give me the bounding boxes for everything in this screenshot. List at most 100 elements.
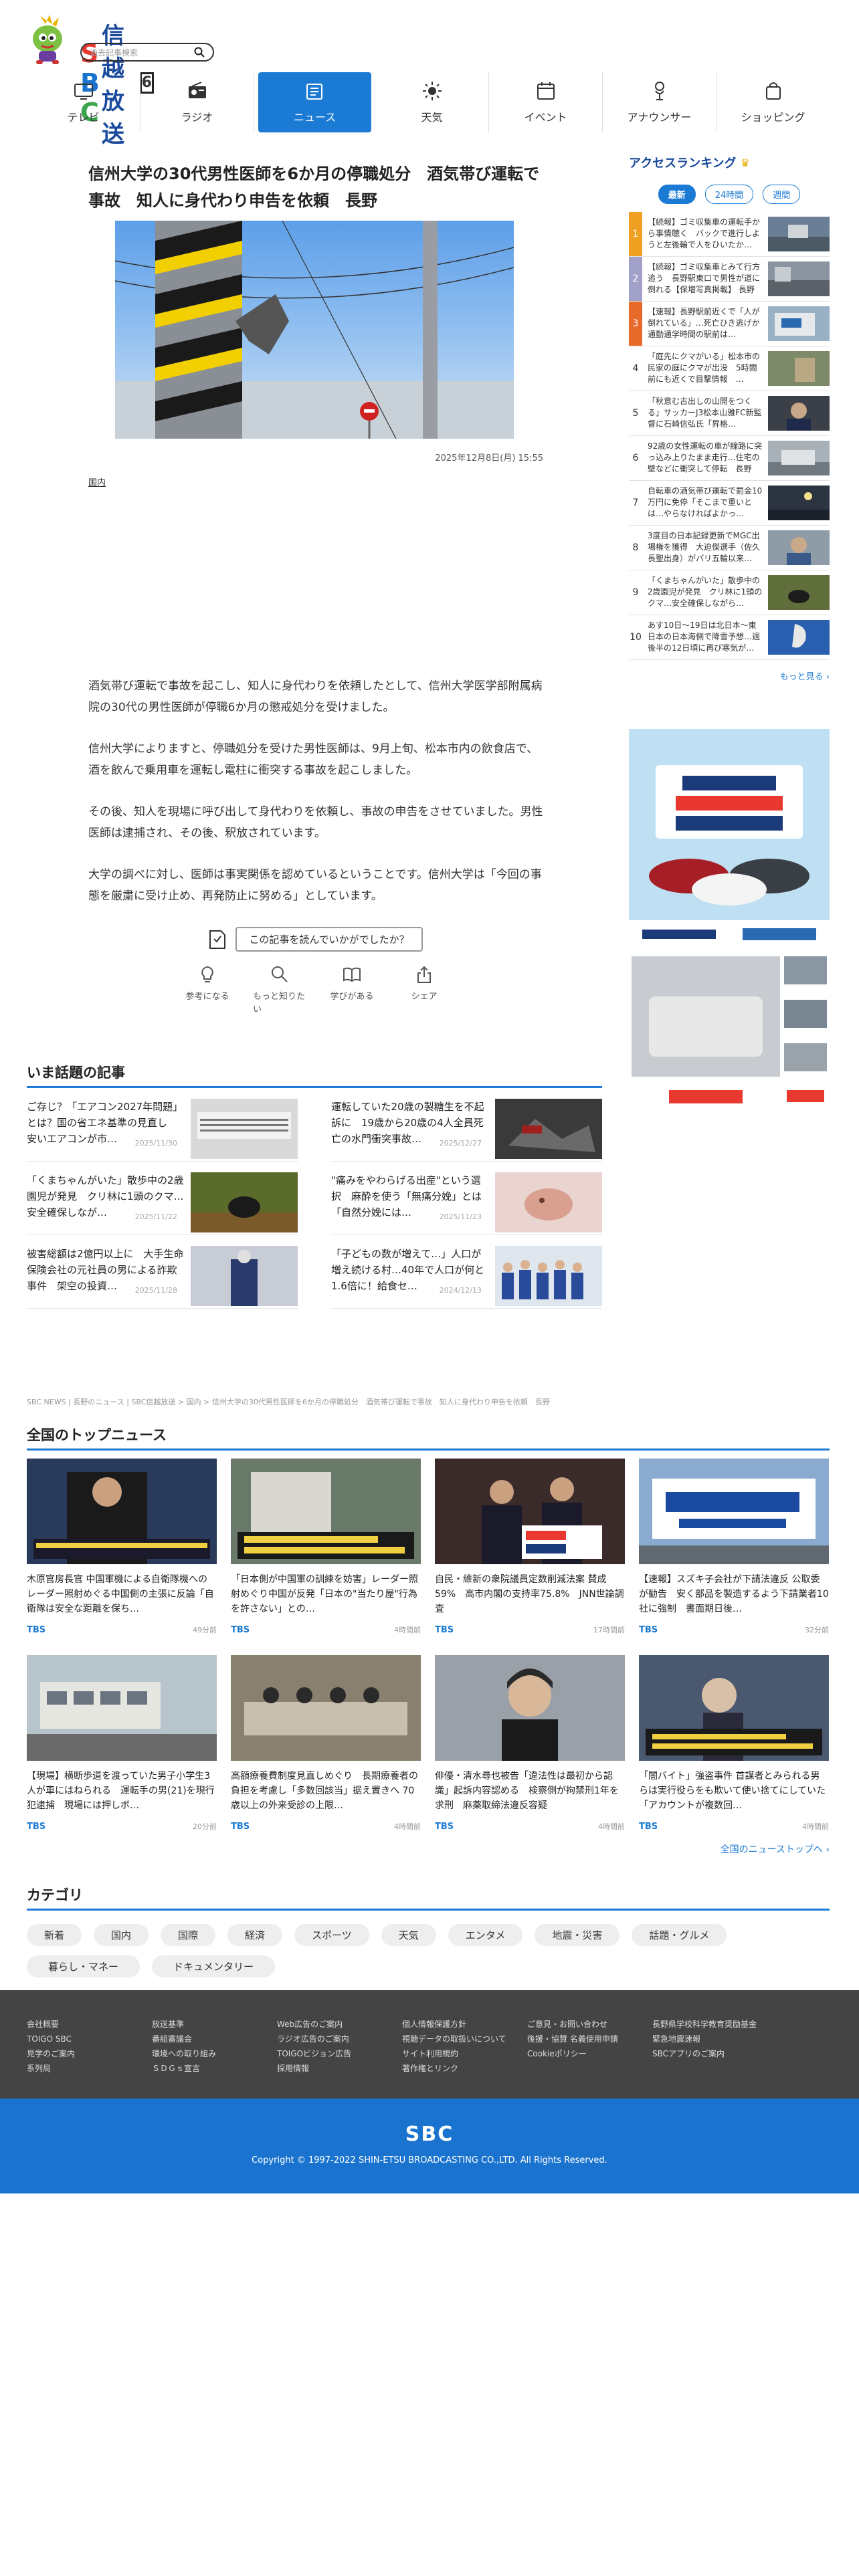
category-section: カテゴリ 新着 国内 国際 経済 スポーツ 天気 エンタメ 地震・災害 話題・グ…: [27, 1885, 830, 1977]
footer-link[interactable]: 後援・協賛 名義使用申請: [527, 2032, 652, 2046]
footer-link[interactable]: TOIGO SBC: [27, 2032, 152, 2046]
trending-item[interactable]: 運転していた20歳の製糖生を不起訴に 19歳から20歳の4人全員死亡の水門衝突事…: [331, 1088, 602, 1162]
national-news-card[interactable]: 自民・維新の衆院議員定数削減法案 賛成59% 高市内閣の支持率75.8% JNN…: [435, 1459, 625, 1640]
breadcrumb[interactable]: SBC NEWS | 長野のニュース | SBC信越放送 > 国内 > 信州大学…: [27, 1396, 550, 1407]
rank-text: 92歳の女性運転の車が線路に突っ込み上りたまま走行…住宅の壁などに衝突して停転 …: [648, 441, 763, 473]
category-chip[interactable]: 天気: [381, 1924, 436, 1946]
national-news-card[interactable]: 「闇バイト」強盗事件 首謀者とみられる男らは実行役らをも欺いて使い捨てにしていた…: [639, 1655, 829, 1837]
category-chip[interactable]: 地震・災害: [535, 1924, 620, 1946]
advertisement[interactable]: [629, 729, 830, 1130]
ad-image: [629, 729, 830, 1130]
national-news-card[interactable]: 「日本側が中国軍の訓練を妨害」レーダー照射めぐり中国が反発「日本の"当たり屋"行…: [231, 1459, 421, 1640]
nav-item-announcer[interactable]: アナウンサー: [603, 72, 717, 132]
rank-thumbnail: [768, 306, 830, 341]
feedback-helpful-button[interactable]: 参考になる: [181, 965, 234, 1014]
nav-item-tv[interactable]: テレビ: [27, 72, 140, 132]
category-chip[interactable]: ドキュメンタリー: [152, 1955, 276, 1977]
nav-item-shopping[interactable]: ショッピング: [717, 72, 830, 132]
footer-link[interactable]: ご意見・お問い合わせ: [527, 2017, 652, 2032]
ranking-item[interactable]: 8 3度目の日本記録更新でMGC出場権を獲得 大迫傑選手（佐久長聖出身）がパリ五輪…: [629, 526, 830, 570]
trending-thumbnail: [191, 1099, 298, 1159]
site-logo[interactable]: SBC 信越放送 6: [27, 12, 154, 148]
footer-link[interactable]: ラジオ広告のご案内: [277, 2032, 402, 2046]
rank-thumbnail: [768, 217, 830, 251]
category-chip[interactable]: スポーツ: [294, 1924, 369, 1946]
footer-link[interactable]: 見学のご案内: [27, 2046, 152, 2061]
search-input[interactable]: 過去記事検索: [80, 43, 214, 62]
trending-thumbnail: [191, 1246, 298, 1306]
national-news-card[interactable]: 高額療養費制度見直しめぐり 長期療養者の負担を考慮し「多数回該当」据え置きへ 7…: [231, 1655, 421, 1837]
nav-item-event[interactable]: イベント: [489, 72, 603, 132]
ranking-item[interactable]: 1 【続報】ゴミ収集車の運転手から事情聴く バックで進行しようと左後輪で人をひいた…: [629, 212, 830, 257]
footer-link[interactable]: ＳＤＧｓ宣言: [152, 2061, 277, 2076]
national-news-card[interactable]: 俳優・清水尋也被告「違法性は最初から認識」起訴内容認める 検察側が拘禁刑1年を求…: [435, 1655, 625, 1837]
national-more-link[interactable]: 全国のニューストップへ ›: [27, 1842, 830, 1856]
footer-link[interactable]: 長野県学校科学教育奨励基金: [652, 2017, 813, 2032]
footer-logo[interactable]: SBC: [0, 2123, 859, 2146]
feedback-more-button[interactable]: もっと知りたい: [253, 965, 306, 1014]
trending-item[interactable]: 「子どもの数が増えて…」人口が増え続ける村…40年で人口が何と1.6倍に！給食セ…: [331, 1235, 602, 1309]
nav-item-news[interactable]: ニュース: [258, 72, 371, 132]
footer-link[interactable]: 系列局: [27, 2061, 152, 2076]
footer-link[interactable]: 採用情報: [277, 2061, 402, 2076]
article-tag[interactable]: 国内: [88, 475, 543, 488]
tab-latest[interactable]: 最新: [658, 185, 696, 204]
nav-label: 天気: [421, 111, 443, 124]
footer-link[interactable]: 放送基準: [152, 2017, 277, 2032]
trending-item[interactable]: 「くまちゃんがいた」散歩中の2歳園児が発見 クリ林に1頭のクマ…安全確保しなが……: [27, 1162, 298, 1235]
ranking-item[interactable]: 2 【続報】ゴミ収集車とみて行方追う 長野駅東口で男性が道に倒れる【保増写真掲載】…: [629, 257, 830, 302]
rank-number: 5: [632, 408, 639, 419]
footer-link[interactable]: SBCアプリのご案内: [652, 2046, 813, 2061]
footer-link[interactable]: 緊急地震速報: [652, 2032, 813, 2046]
nav-item-radio[interactable]: ラジオ: [140, 72, 254, 132]
ranking-item[interactable]: 5 「秋意む古出しの山開をつくる」サッカーJ3松本山雅FC新監督に石崎信弘氏「昇格…: [629, 391, 830, 436]
category-chip[interactable]: 国内: [94, 1924, 149, 1946]
ranking-item[interactable]: 9 「くまちゃんがいた」散歩中の2歳園児が発見 クリ林に1頭のクマ…安全確保しなが…: [629, 570, 830, 615]
footer-link[interactable]: Web広告のご案内: [277, 2017, 402, 2032]
article-paragraph: 酒気帯び運転で事故を起こし、知人に身代わりを依頼したとして、信州大学医学部附属病…: [88, 679, 543, 714]
search-icon[interactable]: [194, 47, 205, 58]
category-chip[interactable]: 話題・グルメ: [632, 1924, 727, 1946]
trending-date: 2024/12/13: [439, 1286, 482, 1295]
national-news-card[interactable]: 【現場】横断歩道を渡っていた男子小学生3人が車にはねられる 運転手の男(21)を…: [27, 1655, 217, 1837]
ranking-item[interactable]: 10 あす10日〜19日は北日本〜東日本の日本海側で降雪予想…週後半の12日頃に再…: [629, 615, 830, 660]
category-chip[interactable]: 国際: [161, 1924, 216, 1946]
footer-link[interactable]: 個人情報保護方針: [402, 2017, 527, 2032]
ranking-item[interactable]: 4 「庭先にクマがいる」松本市の民家の庭にクマが出没 5時間前にも近くで目撃情報 …: [629, 346, 830, 391]
more-link-label: 全国のニューストップへ: [720, 1844, 823, 1855]
category-chip[interactable]: エンタメ: [448, 1924, 523, 1946]
rank-thumbnail: [768, 261, 830, 296]
national-news-card[interactable]: 木原官房長官 中国軍機による自衛隊機へのレーダー照射めぐる中国側の主張に反論「自…: [27, 1459, 217, 1640]
category-chip[interactable]: 新着: [27, 1924, 82, 1946]
footer-link[interactable]: 環境への取り組み: [152, 2046, 277, 2061]
feedback-label: シェア: [411, 992, 438, 1002]
ranking-more-link[interactable]: もっと見る ›: [629, 669, 830, 682]
ranking-item[interactable]: 7 自転車の酒気帯び運転で罰金10万円に免停「そこまで重いとは…やらなければよかっ…: [629, 481, 830, 526]
footer-link[interactable]: 番組審議会: [152, 2032, 277, 2046]
rank-number: 2: [629, 257, 642, 301]
footer-link[interactable]: 著作権とリンク: [402, 2061, 527, 2076]
feedback-share-button[interactable]: シェア: [397, 965, 451, 1014]
rank-text: 「くまちゃんがいた」散歩中の2歳園児が発見 クリ林に1頭のクマ…安全確保しながら…: [648, 576, 763, 608]
ranking-item[interactable]: 6 92歳の女性運転の車が線路に突っ込み上りたまま走行…住宅の壁などに衝突して停転…: [629, 436, 830, 481]
footer-link[interactable]: サイト利用規約: [402, 2046, 527, 2061]
trending-item[interactable]: ご存じ？「エアコン2027年問題」とは？国の省エネ基準の見直し 安いエアコンが市…: [27, 1088, 298, 1162]
category-chip[interactable]: 経済: [227, 1924, 283, 1946]
footer-link[interactable]: 会社概要: [27, 2017, 152, 2032]
feedback-learn-button[interactable]: 学びがある: [325, 965, 379, 1014]
footer-link[interactable]: 視聴データの取扱いについて: [402, 2032, 527, 2046]
tab-weekly[interactable]: 週間: [763, 185, 801, 204]
nav-item-weather[interactable]: 天気: [375, 72, 489, 132]
article-paragraph: 信州大学によりますと、停職処分を受けた男性医師は、9月上旬、松本市内の飲食店で、…: [88, 742, 539, 777]
trending-item[interactable]: 被害総額は2億円以上に 大手生命保険会社の元社員の男による詐欺事件 架空の投資……: [27, 1235, 298, 1309]
category-chip[interactable]: 暮らし・マネー: [27, 1955, 140, 1977]
rank-text: あす10日〜19日は北日本〜東日本の日本海側で降雪予想…週後半の12日頃に再び寒…: [648, 621, 761, 653]
ranking-item[interactable]: 3 【速報】長野駅前近くで「人が倒れている」…死亡ひき逃げか 通勤通学時間の駅前は…: [629, 302, 830, 346]
trending-item[interactable]: "痛みをやわらげる出産"という選択 麻酔を使う「無痛分娩」とは 「自然分娩には……: [331, 1162, 602, 1235]
national-news-card[interactable]: 【速報】スズキ子会社が下請法違反 公取委が勧告 安く部品を製造するよう下請業者1…: [639, 1459, 829, 1640]
footer-link[interactable]: TOIGOビジョン広告: [277, 2046, 402, 2061]
tab-24h[interactable]: 24時間: [704, 185, 754, 204]
footer-link[interactable]: Cookieポリシー: [527, 2046, 652, 2061]
trending-title: いま話題の記事: [27, 1062, 602, 1088]
news-thumbnail: [435, 1459, 625, 1564]
